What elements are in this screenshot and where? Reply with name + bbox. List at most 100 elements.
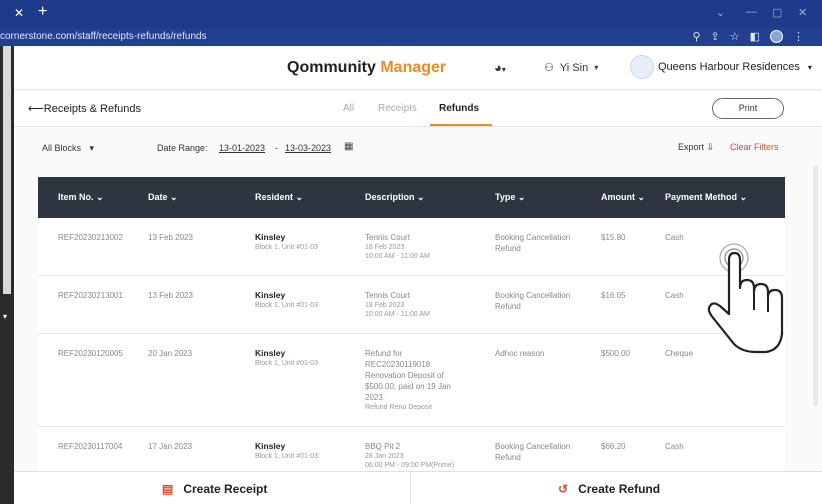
export-button[interactable]: Export ⇩	[678, 142, 714, 153]
star-icon[interactable]: ☆	[730, 30, 740, 43]
action-footer: ▤ Create Receipt ↺ Create Refund	[14, 471, 822, 504]
calendar-icon[interactable]: ▦	[344, 141, 353, 152]
type-cell: Booking Cancellation Refund	[495, 232, 570, 254]
right-scrollbar[interactable]	[813, 166, 818, 406]
column-header-type[interactable]: Type ⌄	[495, 192, 525, 203]
description-line: Tennis Court	[365, 291, 410, 300]
create-receipt-label: Create Receipt	[183, 481, 268, 496]
amount-cell: $16.05	[601, 291, 626, 300]
arrow-left-icon: ⟵	[28, 103, 44, 115]
url-text: cornerstone.com/staff/receipts-refunds/r…	[0, 31, 207, 42]
type-line: Refund	[495, 302, 521, 311]
item-number-cell: REF20230120005	[58, 349, 123, 358]
resident-unit: Block 1, Unit #01-03	[255, 453, 319, 460]
caret-down-icon: ▾	[594, 63, 599, 72]
resident-name: Kinsley	[255, 441, 286, 451]
description-line: Tennis Court	[365, 233, 410, 242]
create-receipt-button[interactable]: ▤ Create Receipt	[162, 472, 267, 504]
app-root: Qommunity Manager ◕▾ ⚇ Yi Sin ▾ Queens H…	[14, 46, 822, 504]
user-name: Yi Sin	[559, 61, 589, 74]
payment-method-cell: Cheque	[665, 349, 694, 358]
new-tab-icon[interactable]: +	[38, 3, 47, 21]
column-header-amount[interactable]: Amount ⌄	[601, 192, 645, 203]
caret-down-icon: ▾	[501, 65, 506, 74]
description-line: Renovation Deposit of	[365, 371, 444, 380]
scroll-arrow-icon[interactable]: ▾	[3, 312, 7, 321]
description-detail: 10:00 AM - 11:00 AM	[365, 311, 430, 318]
date-cell: 20 Jan 2023	[148, 349, 193, 358]
amount-cell: $66.20	[601, 442, 626, 451]
app-header: Qommunity Manager ◕▾ ⚇ Yi Sin ▾ Queens H…	[14, 46, 822, 90]
resident-name: Kinsley	[255, 290, 286, 300]
column-header-date[interactable]: Date ⌄	[148, 192, 178, 203]
globe-icon: ◕	[494, 60, 502, 75]
column-header-item[interactable]: Item No. ⌄	[58, 192, 104, 203]
table-row[interactable]: REF20230213002 13 Feb 2023 Kinsley Block 1,…	[38, 218, 785, 276]
caret-down-icon: ▾	[89, 143, 95, 153]
receipt-icon: ▤	[162, 481, 174, 496]
more-menu-icon[interactable]: ⋮	[793, 30, 804, 43]
date-separator: -	[275, 143, 278, 153]
chevron-down-icon[interactable]: ⌄	[716, 6, 725, 19]
profile-avatar-icon[interactable]	[770, 30, 783, 43]
download-icon: ⇩	[706, 142, 715, 152]
search-icon[interactable]: ⚲	[692, 30, 700, 43]
description-line: REC20230119018	[365, 360, 431, 369]
date-cell: 17 Jan 2023	[148, 442, 193, 451]
item-number-cell: REF20230213002	[58, 233, 123, 242]
export-label: Export	[678, 142, 705, 152]
description-cell: Tennis Court 18 Feb 2023 10:00 AM - 11:00 …	[365, 290, 430, 319]
column-header-description[interactable]: Description ⌄	[365, 192, 425, 203]
description-line: 2023.	[365, 393, 386, 402]
maximize-icon[interactable]: ▢	[772, 6, 782, 19]
date-to-field[interactable]: 13-03-2023	[285, 143, 331, 153]
blocks-dropdown[interactable]: All Blocks ▾	[42, 143, 94, 154]
minimize-icon[interactable]: —	[746, 6, 757, 18]
table-row[interactable]: REF20230120005 20 Jan 2023 Kinsley Block 1,…	[38, 334, 785, 427]
browser-tab-bar: ✕ + ⌄ — ▢ ✕	[0, 0, 822, 28]
item-number-cell: REF20230213001	[58, 291, 123, 300]
page-subheader: ⟵Receipts & Refunds All Receipts Refunds…	[14, 91, 822, 127]
type-line: Adhoc reason	[495, 349, 545, 358]
amount-cell: $15.80	[601, 233, 626, 242]
description-detail: 18 Feb 2023	[365, 302, 405, 309]
clear-filters-link[interactable]: Clear Filters	[730, 142, 779, 152]
back-link[interactable]: ⟵Receipts & Refunds	[28, 102, 141, 115]
column-header-payment-method[interactable]: Payment Method ⌄	[665, 192, 747, 203]
address-bar[interactable]: cornerstone.com/staff/receipts-refunds/r…	[0, 28, 822, 46]
sidebar-icon[interactable]: ◧	[750, 30, 760, 43]
blocks-label: All Blocks	[42, 143, 82, 153]
filter-bar: All Blocks ▾ Date Range: 13-01-2023 - 13…	[14, 128, 822, 176]
language-selector[interactable]: ◕▾	[494, 60, 506, 75]
org-selector[interactable]: Queens Harbour Residences ▾	[658, 61, 812, 73]
type-line: Booking Cancellation	[495, 291, 571, 300]
share-icon[interactable]: ⇪	[711, 30, 720, 43]
org-name: Queens Harbour Residences	[658, 61, 800, 73]
create-refund-button[interactable]: ↺ Create Refund	[558, 472, 660, 504]
tab-receipts[interactable]: Receipts	[378, 103, 417, 114]
brand-logo: Qommunity Manager	[287, 59, 446, 77]
window-close-icon[interactable]: ✕	[798, 6, 807, 19]
user-menu[interactable]: ⚇ Yi Sin ▾	[544, 61, 599, 75]
payment-method-cell: Cash	[665, 442, 684, 451]
tab-refunds[interactable]: Refunds	[439, 103, 479, 114]
type-line: Booking Cancellation	[495, 233, 571, 242]
description-detail: 28 Jan 2023	[365, 453, 404, 460]
table-row[interactable]: REF20230213001 13 Feb 2023 Kinsley Block 1,…	[38, 276, 785, 334]
description-cell: Refund for REC20230119018 Renovation Depos…	[365, 348, 451, 412]
user-icon: ⚇	[544, 62, 554, 74]
payment-method-cell: Cash	[665, 233, 684, 242]
left-scrollbar[interactable]	[3, 46, 11, 294]
type-cell: Booking Cancellation Refund	[495, 441, 570, 463]
tab-all[interactable]: All	[343, 103, 354, 114]
active-tab-indicator	[430, 124, 492, 126]
close-tab-icon[interactable]: ✕	[14, 6, 24, 20]
type-line: Refund	[495, 244, 521, 253]
type-line: Refund	[495, 453, 521, 462]
date-cell: 13 Feb 2023	[148, 291, 193, 300]
print-button[interactable]: Print	[712, 98, 784, 119]
brand-suffix: Manager	[380, 59, 447, 76]
payment-method-cell: Cash	[665, 291, 684, 300]
column-header-resident[interactable]: Resident ⌄	[255, 192, 303, 203]
date-from-field[interactable]: 13-01-2023	[219, 143, 265, 153]
